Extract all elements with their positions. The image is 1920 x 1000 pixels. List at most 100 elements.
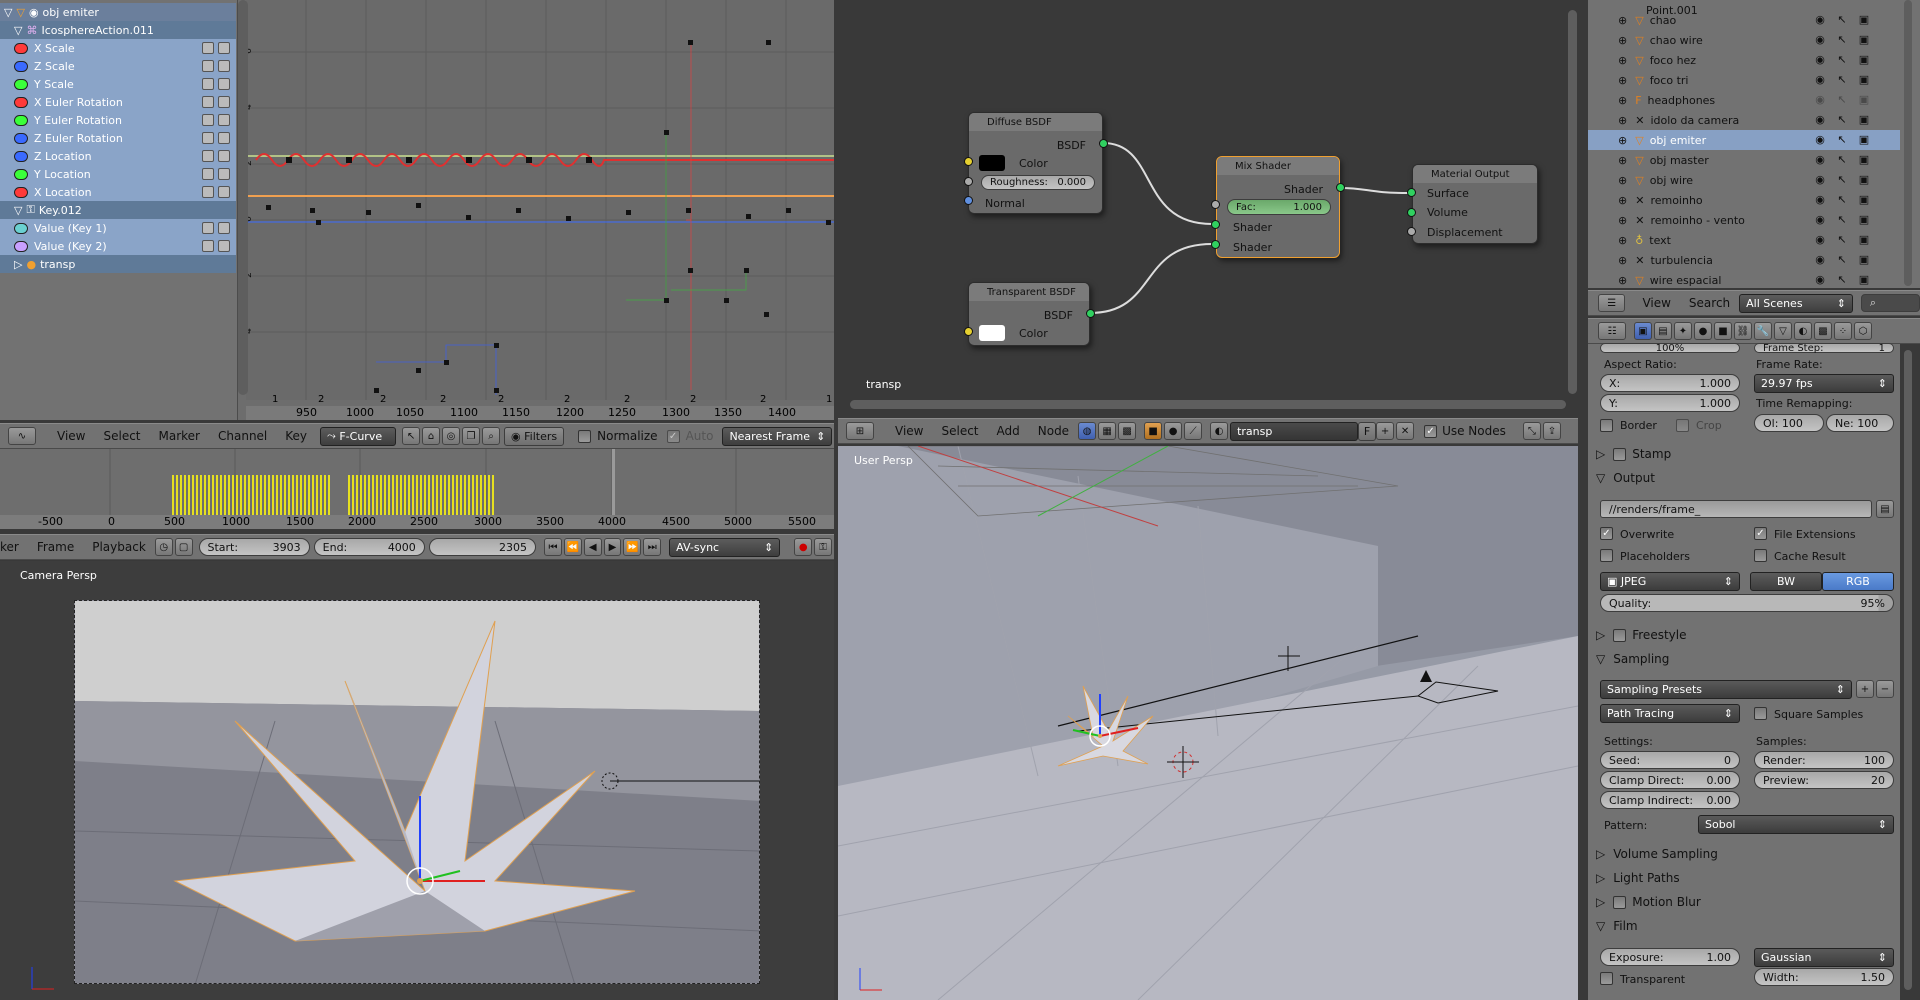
menu-frame[interactable]: Frame: [28, 540, 83, 554]
curves-area[interactable]: [246, 0, 834, 400]
filters-button[interactable]: ◉ Filters: [504, 426, 565, 446]
material-field[interactable]: transp: [1230, 421, 1359, 441]
motion-blur-panel-header[interactable]: ▷ Motion Blur: [1596, 892, 1701, 912]
file-extensions-checkbox[interactable]: ✓: [1754, 527, 1767, 540]
output-path-field[interactable]: //renders/frame_: [1600, 500, 1872, 518]
menu-playback[interactable]: Playback: [83, 540, 155, 554]
cursor-icon[interactable]: ↖: [1836, 14, 1848, 26]
outliner-row[interactable]: ⊕ ✕ idolo da camera ◉ ↖ ▣: [1588, 110, 1900, 130]
expand-icon[interactable]: ⊕: [1618, 154, 1627, 167]
camera-icon[interactable]: ▣: [1858, 254, 1870, 266]
crop-checkbox[interactable]: [1676, 419, 1689, 432]
layers-icon[interactable]: ▤: [1654, 322, 1672, 340]
camera-icon[interactable]: ▣: [1858, 34, 1870, 46]
timeline[interactable]: -500 0 500 1000 1500 2000 2500 3000 3500…: [0, 449, 834, 529]
expand-icon[interactable]: ⊕: [1618, 214, 1627, 227]
editor-type-icon[interactable]: ⊞: [846, 422, 874, 440]
eye-icon[interactable]: ◉: [1814, 74, 1826, 86]
camera-icon[interactable]: ▣: [1858, 54, 1870, 66]
socket-displacement-in[interactable]: [1407, 227, 1416, 236]
socket-roughness-in[interactable]: [964, 177, 973, 186]
resolution-percentage[interactable]: 100%: [1600, 343, 1740, 354]
expand-icon[interactable]: ⊕: [1618, 194, 1627, 207]
camera-icon[interactable]: ▣: [1858, 174, 1870, 186]
cursor-icon[interactable]: ↖: [1836, 174, 1848, 186]
channel-action[interactable]: ▽ ⌘ IcosphereAction.011: [0, 21, 236, 39]
keying-icon[interactable]: ⚿: [814, 538, 833, 556]
camera-icon[interactable]: ▣: [1858, 274, 1870, 286]
ghost-icon[interactable]: ⌂: [422, 427, 441, 445]
record-icon[interactable]: ●: [794, 538, 813, 556]
cursor-icon[interactable]: ↖: [1836, 154, 1848, 166]
integrator-select[interactable]: Path Tracing ⇕: [1600, 704, 1740, 723]
camera-icon[interactable]: ▣: [1858, 114, 1870, 126]
outliner-row[interactable]: ⊕ ▽ wire espacial ◉ ↖ ▣: [1588, 270, 1900, 290]
next-key-icon[interactable]: ⏩: [623, 538, 642, 556]
render-samples-field[interactable]: Render: 100: [1754, 751, 1894, 769]
menu-search[interactable]: Search: [1680, 296, 1739, 310]
eye-icon[interactable]: ◉: [1814, 34, 1826, 46]
pattern-select[interactable]: Sobol ⇕: [1698, 815, 1894, 834]
remove-preset-icon[interactable]: −: [1876, 680, 1894, 698]
eye-icon[interactable]: ◉: [1814, 14, 1826, 26]
socket-volume-in[interactable]: [1407, 208, 1416, 217]
cursor-icon[interactable]: ↖: [402, 427, 421, 445]
eye-icon[interactable]: [14, 132, 28, 144]
seed-field[interactable]: Seed: 0: [1600, 751, 1740, 769]
eye-icon[interactable]: [14, 96, 28, 108]
eye-icon[interactable]: ◉: [1814, 94, 1826, 106]
outliner-row[interactable]: ⊕ ✕ remoinho - vento ◉ ↖ ▣: [1588, 210, 1900, 230]
socket-shader-in[interactable]: [1211, 240, 1220, 249]
menu-view[interactable]: View: [1633, 296, 1679, 310]
particles-icon[interactable]: ⁘: [1834, 322, 1852, 340]
channel-z-euler[interactable]: Z Euler Rotation: [0, 129, 236, 147]
cursor-icon[interactable]: ↖: [1836, 114, 1848, 126]
play-icon[interactable]: ▶: [603, 538, 622, 556]
start-frame-field[interactable]: Start: 3903: [198, 538, 310, 556]
channel-object[interactable]: ▽ ▽ ◉ obj emiter: [0, 3, 236, 21]
outliner-row[interactable]: ⊕ ✕ remoinho ◉ ↖ ▣: [1588, 190, 1900, 210]
render-icon[interactable]: ▣: [1634, 322, 1652, 340]
eye-icon[interactable]: ◉: [1814, 234, 1826, 246]
parent-icon[interactable]: ⇪: [1542, 422, 1561, 440]
overwrite-checkbox[interactable]: ✓: [1600, 527, 1613, 540]
normalize-checkbox[interactable]: [578, 429, 592, 443]
clamp-indirect-field[interactable]: Clamp Indirect: 0.00: [1600, 791, 1740, 809]
folder-icon[interactable]: ▤: [1876, 500, 1894, 518]
pivot-icon[interactable]: ◎: [442, 427, 461, 445]
expand-icon[interactable]: ⊕: [1618, 14, 1627, 27]
outliner-row[interactable]: ⊕ ▽ foco tri ◉ ↖ ▣: [1588, 70, 1900, 90]
expand-icon[interactable]: ⊕: [1618, 34, 1627, 47]
snap-select[interactable]: Nearest Frame ⇕: [722, 426, 833, 446]
color-swatch[interactable]: [979, 155, 1005, 171]
eye-icon[interactable]: [14, 114, 28, 126]
eye-icon[interactable]: ◉: [1814, 194, 1826, 206]
jump-end-icon[interactable]: ⏭: [643, 538, 662, 556]
socket-surface-in[interactable]: [1407, 188, 1416, 197]
eye-icon[interactable]: ◉: [1814, 214, 1826, 226]
socket-normal-in[interactable]: [964, 196, 973, 205]
fake-user-button[interactable]: F: [1358, 421, 1377, 441]
camera-icon[interactable]: ▣: [1858, 234, 1870, 246]
eye-icon[interactable]: [14, 240, 28, 252]
snap-icon[interactable]: ⤡: [1522, 422, 1541, 440]
clamp-direct-field[interactable]: Clamp Direct: 0.00: [1600, 771, 1740, 789]
cursor-icon[interactable]: ↖: [1836, 254, 1848, 266]
end-frame-field[interactable]: End: 4000: [313, 538, 425, 556]
outliner-row[interactable]: ⊕ ▽ foco hez ◉ ↖ ▣: [1588, 50, 1900, 70]
outliner-scrollbar[interactable]: [1904, 0, 1912, 286]
add-preset-icon[interactable]: +: [1856, 680, 1874, 698]
eye-icon[interactable]: [14, 222, 28, 234]
texture-icon[interactable]: ▩: [1118, 422, 1137, 440]
channel-z-location[interactable]: Z Location: [0, 147, 236, 165]
menu-add[interactable]: Add: [988, 424, 1029, 438]
scene-icon[interactable]: ✦: [1674, 322, 1692, 340]
placeholders-checkbox[interactable]: [1600, 549, 1613, 562]
eye-icon[interactable]: ◉: [1814, 254, 1826, 266]
cursor-icon[interactable]: ↖: [1836, 234, 1848, 246]
filter-width-field[interactable]: Width: 1.50: [1754, 968, 1894, 986]
outliner-row[interactable]: ⊕ ▽ chao wire ◉ ↖ ▣: [1588, 30, 1900, 50]
eye-icon[interactable]: ◉: [1814, 134, 1826, 146]
linestyle-icon[interactable]: ⟋: [1184, 422, 1203, 440]
sampling-presets-select[interactable]: Sampling Presets ⇕: [1600, 680, 1852, 699]
